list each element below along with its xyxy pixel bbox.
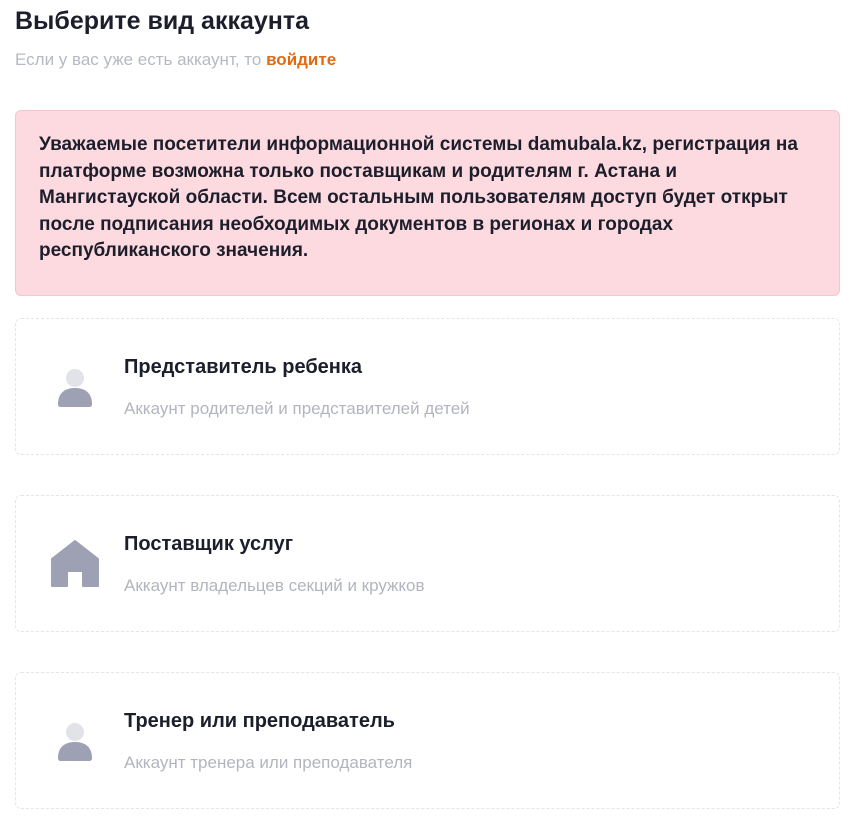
- account-option-description: Аккаунт родителей и представителей детей: [124, 399, 470, 418]
- person-icon: [51, 716, 99, 764]
- person-icon: [51, 362, 99, 410]
- login-prompt: Если у вас уже есть аккаунт, то войдите: [15, 49, 336, 71]
- account-option-description: Аккаунт владельцев секций и кружков: [124, 576, 425, 595]
- account-option-title: Поставщик услуг: [124, 533, 294, 555]
- account-option-description: Аккаунт тренера или преподавателя: [124, 753, 413, 772]
- account-option-child-representative[interactable]: Представитель ребенка Аккаунт родителей …: [15, 318, 840, 455]
- registration-notice: Уважаемые посетители информационной сист…: [15, 110, 840, 296]
- account-option-title: Тренер или преподаватель: [124, 710, 395, 732]
- account-option-trainer[interactable]: Тренер или преподаватель Аккаунт тренера…: [15, 672, 840, 809]
- account-option-service-provider[interactable]: Поставщик услуг Аккаунт владельцев секци…: [15, 495, 840, 632]
- notice-text: Уважаемые посетители информационной сист…: [39, 134, 798, 261]
- login-link[interactable]: войдите: [266, 50, 336, 69]
- login-prompt-text: Если у вас уже есть аккаунт, то: [15, 50, 262, 69]
- page-title: Выберите вид аккаунта: [15, 7, 310, 35]
- account-option-title: Представитель ребенка: [124, 356, 363, 378]
- house-icon: [51, 539, 99, 587]
